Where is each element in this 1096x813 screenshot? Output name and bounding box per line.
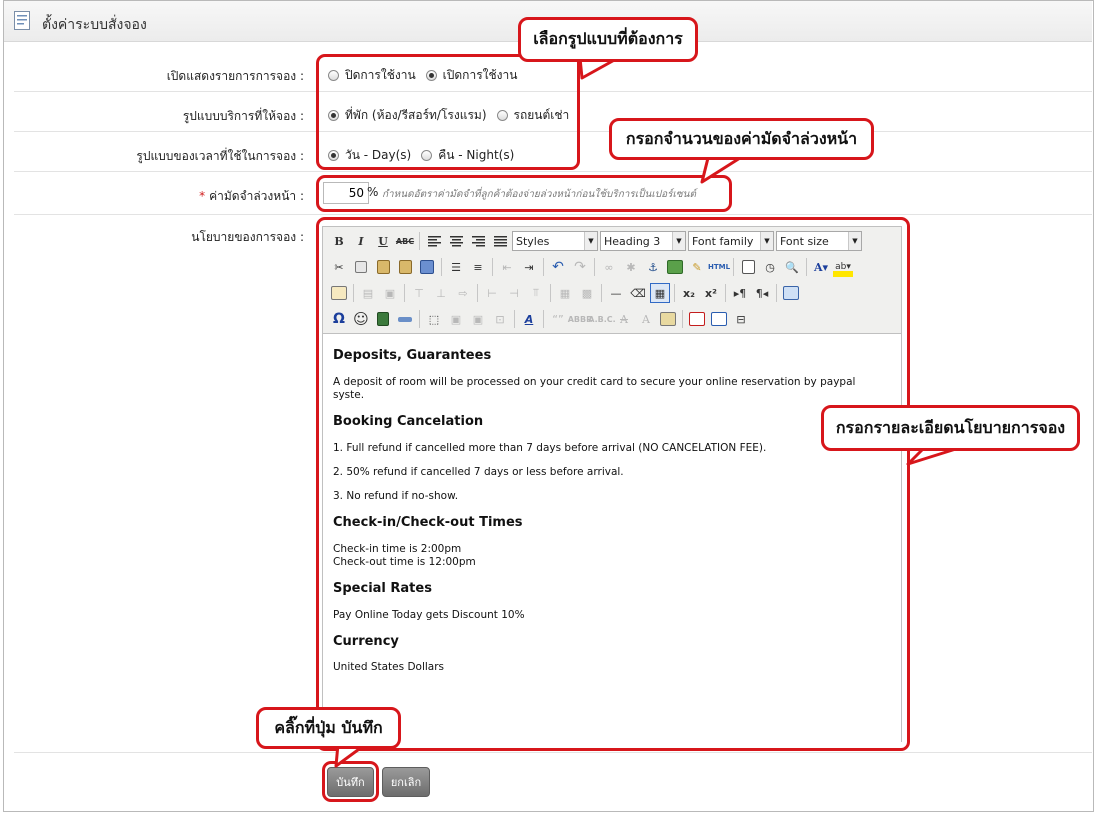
show-booking-label: เปิดแสดงรายการการจอง :: [166, 69, 304, 83]
radio-options-highlight: [316, 54, 580, 170]
callout-enter-policy: กรอกรายละเอียดนโยบายการจอง: [821, 405, 1080, 451]
deposit-highlight: [316, 175, 732, 212]
row-divider: [14, 752, 1092, 753]
callout-click-save: คลิ๊กที่ปุ่ม บันทึก: [256, 707, 401, 749]
deposit-label: * ค่ามัดจำล่วงหน้า :: [199, 187, 304, 206]
service-type-label: รูปแบบบริการที่ให้จอง :: [182, 109, 304, 123]
cancel-button[interactable]: ยกเลิก: [382, 767, 430, 797]
policy-label: นโยบายของการจอง :: [191, 230, 304, 244]
deposit-label-text: ค่ามัดจำล่วงหน้า :: [209, 189, 304, 203]
time-unit-label: รูปแบบของเวลาที่ใช้ในการจอง :: [136, 149, 304, 163]
row-divider: [14, 214, 1092, 215]
required-mark: *: [199, 189, 206, 203]
callout-choose-format: เลือกรูปแบบที่ต้องการ: [518, 17, 698, 62]
row-divider: [14, 171, 1092, 172]
editor-highlight: [316, 217, 910, 751]
page-title: ตั้งค่าระบบสั่งจอง: [42, 17, 147, 33]
callout-enter-deposit: กรอกจำนวนของค่ามัดจำล่วงหน้า: [609, 118, 874, 160]
document-icon: [14, 11, 30, 30]
